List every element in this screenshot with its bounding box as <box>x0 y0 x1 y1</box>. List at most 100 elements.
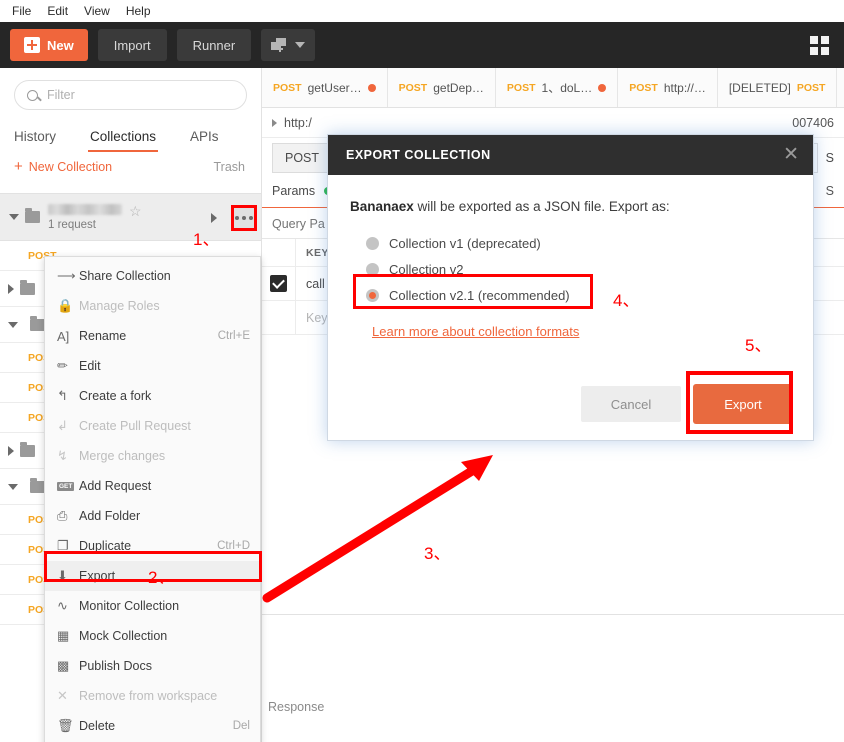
x-icon: ✕ <box>57 688 68 703</box>
star-icon[interactable]: ☆ <box>129 204 142 218</box>
close-icon[interactable]: ✕ <box>783 145 799 164</box>
new-collection-button[interactable]: + New Collection <box>14 158 113 175</box>
trash-link[interactable]: Trash <box>214 160 246 174</box>
annotation-arrow <box>262 455 493 603</box>
breadcrumb-right-fragment: 007406 <box>792 115 834 130</box>
collection-info: ☆ 1 request <box>48 203 142 231</box>
request-tab-name: getUser… <box>307 80 362 95</box>
menu-item-label: Rename <box>79 329 127 343</box>
tab-history[interactable]: History <box>14 123 56 152</box>
cancel-button[interactable]: Cancel <box>581 386 681 422</box>
menu-item-publish-docs[interactable]: ▩ Publish Docs <box>45 651 260 681</box>
search-input[interactable]: Filter <box>14 80 247 110</box>
app-toolbar: New Import Runner <box>0 22 844 68</box>
menu-item-label: Delete <box>79 719 116 733</box>
pull-request-icon: ↲ <box>57 418 68 433</box>
menu-item-create-a-fork[interactable]: ↰ Create a fork <box>45 381 260 411</box>
chevron-right-icon[interactable] <box>272 118 277 127</box>
radio-icon[interactable] <box>366 262 379 276</box>
menu-item-add-folder[interactable]: ⎙ Add Folder <box>45 501 260 531</box>
request-tab-method: POST <box>398 81 428 94</box>
folder-icon <box>20 279 35 295</box>
menu-item-label: Manage Roles <box>79 299 160 313</box>
import-button[interactable]: Import <box>97 29 167 61</box>
method-select[interactable]: POST <box>272 142 333 173</box>
runner-button[interactable]: Runner <box>176 29 252 61</box>
collection-row[interactable]: ☆ 1 request <box>0 193 261 241</box>
checkbox-checked-icon[interactable] <box>270 275 287 292</box>
modal-footer: Cancel Export <box>328 368 815 440</box>
radio-selected-icon[interactable] <box>366 288 379 302</box>
menu-item-help[interactable]: Help <box>118 1 159 21</box>
text-cursor-icon: A] <box>57 328 70 344</box>
radio-collection-v21[interactable]: Collection v2.1 (recommended) <box>350 282 791 308</box>
menu-item-add-request[interactable]: GET Add Request <box>45 471 260 501</box>
request-tab[interactable]: PO <box>837 68 844 107</box>
annotation-step-2: 2、 <box>148 568 175 587</box>
menu-item-label: Remove from workspace <box>79 689 218 703</box>
menu-item-shortcut: Ctrl+E <box>217 330 250 342</box>
tab-params[interactable]: Params <box>272 184 332 198</box>
request-tab[interactable]: POST getDep… <box>388 68 496 107</box>
unsaved-dot-icon <box>598 83 607 92</box>
annotation-step-4: 4、 <box>613 291 640 310</box>
docs-icon: ▩ <box>57 658 70 673</box>
chevron-down-icon[interactable] <box>9 214 19 220</box>
menu-item-mock-collection[interactable]: ▦ Mock Collection <box>45 621 260 651</box>
menu-item-label: Edit <box>79 359 101 373</box>
menu-item-duplicate[interactable]: ❐ Duplicate Ctrl+D <box>45 531 260 561</box>
menu-item-edit[interactable]: ✏ Edit <box>45 351 260 381</box>
request-tab[interactable]: POST http://… <box>618 68 718 107</box>
tab-params-label: Params <box>272 183 316 198</box>
request-tab-deleted[interactable]: [DELETED] POST <box>718 68 838 107</box>
collection-more-button[interactable] <box>231 205 257 231</box>
new-collection-label: New Collection <box>28 160 113 174</box>
menu-item-label: Merge changes <box>79 449 166 463</box>
radio-label: Collection v2.1 (recommended) <box>389 287 570 303</box>
response-label: Response <box>268 700 325 714</box>
row-checkbox-cell[interactable] <box>262 301 296 334</box>
menu-item-edit[interactable]: Edit <box>39 1 76 21</box>
trash-icon: 🗑 <box>57 718 74 733</box>
request-tab[interactable]: POST 1、doL… <box>496 68 619 107</box>
radio-icon[interactable] <box>366 236 379 250</box>
menu-bar: File Edit View Help <box>0 0 844 22</box>
new-window-button[interactable] <box>261 29 316 61</box>
menu-item-manage-roles: 🔒 Manage Roles <box>45 291 260 321</box>
menu-item-monitor-collection[interactable]: ∿ Monitor Collection <box>45 591 260 621</box>
plus-icon <box>24 37 40 53</box>
send-button[interactable]: S <box>826 151 834 165</box>
tab-apis[interactable]: APIs <box>190 123 219 152</box>
filter-wrapper: Filter <box>0 68 261 110</box>
sidebar-actions-row: + New Collection Trash <box>0 152 261 174</box>
grid-icon[interactable] <box>810 36 830 56</box>
plus-icon: + <box>14 158 23 175</box>
chevron-down-icon <box>8 321 18 328</box>
menu-item-share-collection[interactable]: ⟶ Share Collection <box>45 261 260 291</box>
lock-icon: 🔒 <box>57 298 74 313</box>
radio-collection-v2[interactable]: Collection v2 <box>350 256 791 282</box>
subtabs-right-action[interactable]: S <box>826 184 834 198</box>
get-badge-icon: GET <box>57 481 75 491</box>
menu-item-label: Publish Docs <box>79 659 152 673</box>
row-checkbox-cell[interactable] <box>262 267 296 300</box>
menu-item-delete[interactable]: 🗑 Delete Del <box>45 711 260 741</box>
request-tab-method: POST <box>796 81 826 94</box>
export-format-radio-group: Collection v1 (deprecated) Collection v2… <box>350 230 791 308</box>
folder-icon <box>20 441 35 457</box>
modal-body: Bananaex will be exported as a JSON file… <box>328 175 813 341</box>
menu-item-label: Monitor Collection <box>79 599 180 613</box>
copy-icon: ❐ <box>57 538 69 553</box>
pencil-icon: ✏ <box>57 358 68 373</box>
modal-title: EXPORT COLLECTION <box>346 148 491 162</box>
request-tab-name: http://… <box>663 80 706 95</box>
tab-collections[interactable]: Collections <box>88 123 159 152</box>
radio-collection-v1[interactable]: Collection v1 (deprecated) <box>350 230 791 256</box>
menu-item-file[interactable]: File <box>4 1 39 21</box>
export-button[interactable]: Export <box>693 384 793 424</box>
new-button[interactable]: New <box>10 29 88 61</box>
request-tab[interactable]: POST getUser… <box>262 68 388 107</box>
learn-more-link[interactable]: Learn more about collection formats <box>372 324 579 339</box>
menu-item-rename[interactable]: A] Rename Ctrl+E <box>45 321 260 351</box>
menu-item-view[interactable]: View <box>76 1 118 21</box>
